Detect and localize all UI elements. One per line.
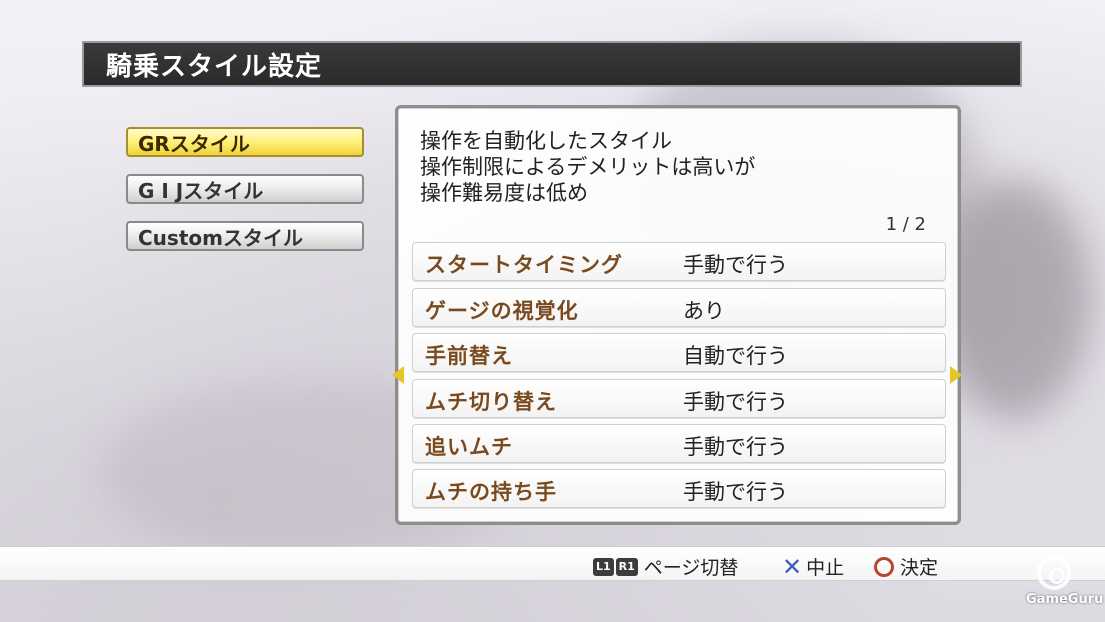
setting-value: 手動で行う bbox=[683, 390, 788, 414]
description-line: 操作難易度は低め bbox=[420, 181, 588, 205]
setting-label: ゲージの視覚化 bbox=[425, 299, 579, 323]
confirm-label: 決定 bbox=[900, 557, 939, 579]
setting-value: 手動で行う bbox=[683, 435, 788, 459]
setting-row[interactable]: 手前替え 自動で行う bbox=[412, 333, 946, 372]
setting-row[interactable]: ゲージの視覚化 あり bbox=[412, 288, 946, 327]
cancel-hint: ✕ 中止 bbox=[782, 553, 844, 580]
setting-value: 自動で行う bbox=[683, 344, 788, 368]
style-description: 操作を自動化したスタイル 操作制限によるデメリットは高いが 操作難易度は低め bbox=[420, 128, 755, 206]
cross-button-icon: ✕ bbox=[782, 552, 803, 581]
setting-value: あり bbox=[683, 299, 725, 323]
gameguru-logo-icon bbox=[1037, 556, 1071, 590]
page-switch-hint: L1 R1 ページ切替 bbox=[593, 553, 738, 580]
description-line: 操作制限によるデメリットは高いが bbox=[420, 155, 756, 179]
setting-row[interactable]: ムチ切り替え 手動で行う bbox=[412, 379, 946, 418]
setting-row[interactable]: ムチの持ち手 手動で行う bbox=[412, 469, 946, 508]
circle-button-icon bbox=[874, 556, 894, 577]
page-switch-label: ページ切替 bbox=[643, 557, 739, 579]
page-prev-arrow-icon[interactable] bbox=[392, 366, 404, 384]
button-hint-bar: L1 R1 ページ切替 ✕ 中止 決定 bbox=[0, 546, 1105, 581]
setting-label: 手前替え bbox=[425, 344, 513, 368]
l1-button-icon: L1 bbox=[593, 557, 614, 576]
r1-button-icon: R1 bbox=[615, 557, 638, 576]
style-detail-panel: 操作を自動化したスタイル 操作制限によるデメリットは高いが 操作難易度は低め 1… bbox=[395, 105, 961, 525]
style-option-gr[interactable]: GRスタイル bbox=[126, 127, 364, 157]
setting-label: スタートタイミング bbox=[425, 253, 623, 277]
description-line: 操作を自動化したスタイル bbox=[420, 129, 672, 153]
setting-row[interactable]: 追いムチ 手動で行う bbox=[412, 424, 946, 463]
confirm-hint: 決定 bbox=[874, 553, 938, 580]
setting-row[interactable]: スタートタイミング 手動で行う bbox=[412, 242, 946, 281]
page-next-arrow-icon[interactable] bbox=[950, 366, 962, 384]
setting-label: ムチ切り替え bbox=[425, 390, 557, 414]
setting-label: 追いムチ bbox=[425, 435, 513, 459]
style-option-gij[interactable]: G I Jスタイル bbox=[126, 174, 364, 204]
watermark-text: GameGuru bbox=[1026, 592, 1104, 607]
cancel-label: 中止 bbox=[806, 557, 845, 579]
page-indicator: 1 / 2 bbox=[885, 214, 926, 235]
setting-label: ムチの持ち手 bbox=[425, 480, 557, 504]
page-title: 騎乗スタイル設定 bbox=[82, 41, 1022, 87]
setting-value: 手動で行う bbox=[683, 253, 788, 277]
style-option-custom[interactable]: Customスタイル bbox=[126, 221, 364, 251]
background-blur bbox=[940, 180, 1090, 420]
watermark-logo: GameGuru bbox=[1026, 556, 1104, 607]
setting-value: 手動で行う bbox=[683, 480, 788, 504]
